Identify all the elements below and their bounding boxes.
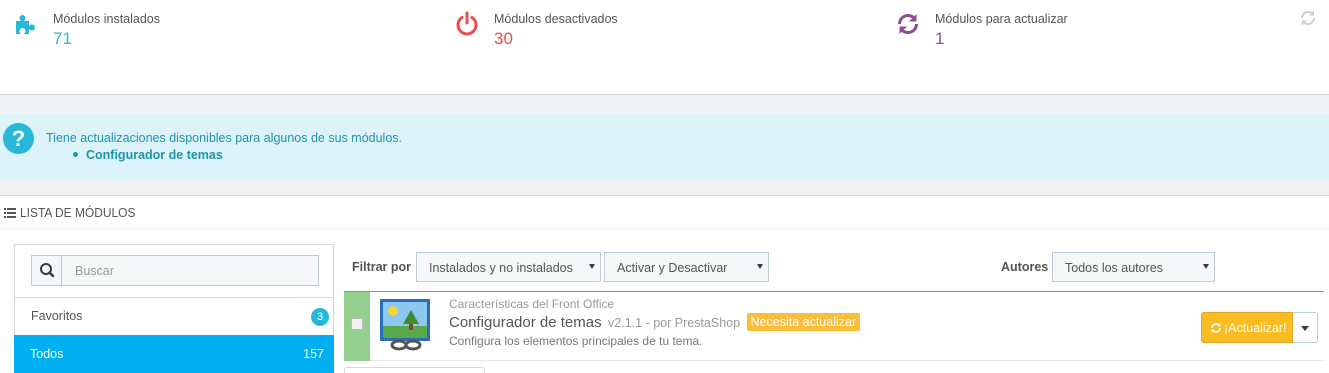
module-description: Configura los elementos principales de t… — [449, 334, 703, 348]
next-row-edge — [344, 367, 485, 373]
spacer — [0, 179, 1329, 196]
select-value: Todos los autores — [1065, 261, 1163, 275]
puzzle-icon — [16, 15, 35, 34]
kpi-value: 30 — [494, 29, 513, 48]
refresh-icon — [897, 13, 919, 35]
module-name: Configurador de temas — [449, 314, 602, 331]
update-button-label: ¡Actualizar! — [1224, 321, 1287, 335]
category-label: Todos — [30, 347, 64, 361]
kpi-value: 1 — [935, 29, 945, 48]
needs-update-badge: Necesita actualizar — [746, 313, 861, 331]
search-icon — [40, 263, 55, 278]
kpi-label: Módulos para actualizar — [935, 12, 1068, 26]
module-category: Características del Front Office — [449, 297, 615, 311]
search-box — [31, 255, 319, 286]
filter-label: Filtrar por — [352, 260, 412, 274]
install-filter-select[interactable]: Instalados y no instalados — [416, 252, 601, 282]
module-sidebar: Favoritos 3 Todos 157 — [14, 244, 334, 373]
authors-select[interactable]: Todos los autores — [1052, 252, 1215, 282]
alert-message: Tiene actualizaciones disponibles para a… — [46, 131, 403, 145]
kpi-label: Módulos instalados — [53, 12, 161, 26]
update-button[interactable]: ¡Actualizar! — [1201, 312, 1293, 343]
kpi-value: 71 — [53, 29, 72, 48]
panel-title: LISTA DE MÓDULOS — [20, 205, 136, 220]
update-alert: ? Tiene actualizaciones disponibles para… — [0, 114, 1329, 179]
select-value: Activar y Desactivar — [617, 261, 728, 275]
category-all[interactable]: Todos 157 — [14, 335, 334, 373]
module-thumbnail-icon — [380, 299, 430, 351]
count-badge: 3 — [311, 308, 329, 326]
count-badge: 157 — [303, 347, 324, 361]
select-value: Instalados y no instalados — [429, 261, 573, 275]
caret-down-icon — [1301, 326, 1309, 331]
refresh-kpis-icon[interactable] — [1299, 9, 1317, 27]
caret-down-icon — [589, 264, 595, 269]
module-version: v2.1.1 - por PrestaShop — [608, 316, 741, 330]
category-favorites[interactable]: Favoritos 3 — [15, 297, 335, 335]
caret-down-icon — [1203, 264, 1209, 269]
refresh-icon — [1211, 323, 1221, 333]
kpi-label: Módulos desactivados — [494, 12, 618, 26]
search-input[interactable] — [63, 256, 318, 285]
module-row: Características del Front Office Configu… — [344, 291, 1324, 361]
category-label: Favoritos — [31, 309, 83, 323]
panel-heading: LISTA DE MÓDULOS — [0, 197, 1329, 229]
status-filter-select[interactable]: Activar y Desactivar — [604, 252, 769, 282]
list-icon — [4, 208, 16, 218]
search-addon — [32, 256, 62, 285]
kpi-band: Módulos instalados 71 Módulos desactivad… — [0, 0, 1329, 95]
authors-label: Autores — [1001, 260, 1049, 274]
power-icon — [456, 11, 478, 36]
module-checkbox[interactable] — [351, 318, 363, 330]
alert-module-link[interactable]: Configurador de temas — [73, 148, 223, 162]
module-title-line: Configurador de temas v2.1.1 - por Prest… — [449, 313, 861, 332]
caret-down-icon — [757, 264, 763, 269]
question-icon: ? — [3, 123, 34, 154]
update-dropdown-toggle[interactable] — [1293, 312, 1318, 343]
spacer — [0, 95, 1329, 114]
